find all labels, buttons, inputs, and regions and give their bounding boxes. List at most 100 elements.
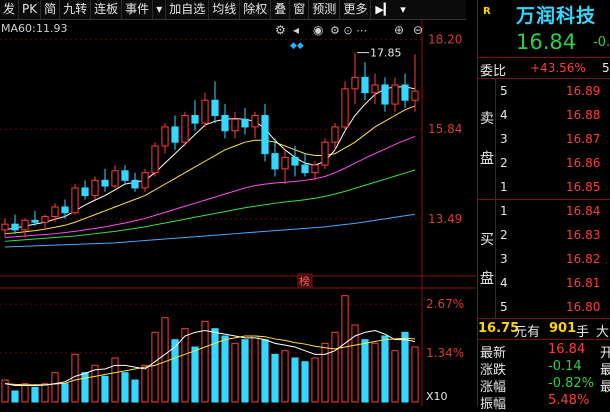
- candle-body: [361, 76, 369, 94]
- vol-axis-label: 1.34%: [426, 346, 464, 360]
- gear-icon[interactable]: ⚙: [275, 23, 286, 37]
- volume-bar: [331, 331, 339, 403]
- candle-body: [61, 206, 69, 214]
- candle-body: [71, 187, 79, 214]
- price-axis-label: 18.20: [428, 32, 462, 46]
- volume-bar: [341, 295, 349, 403]
- volume-bar: [221, 335, 229, 403]
- volume-bar: [141, 364, 149, 403]
- toolbar-btn-chuang[interactable]: 窗: [290, 0, 310, 19]
- candle-body: [331, 126, 339, 143]
- candle-body: [201, 99, 209, 124]
- volume-bar: [111, 357, 119, 403]
- candle-body: [231, 118, 239, 132]
- ask-level: 3: [500, 132, 508, 146]
- candle-body: [211, 99, 219, 116]
- volume-bar: [301, 361, 309, 403]
- candle-body: [121, 170, 129, 181]
- volume-bar: [211, 328, 219, 403]
- settings-icon[interactable]: ⚙ ⊙ ⋯: [330, 24, 367, 37]
- ma-line-ma20: [4, 136, 416, 238]
- candle-body: [291, 156, 299, 166]
- volume-bar: [121, 372, 129, 403]
- volume-bar: [131, 379, 139, 403]
- zoom-in-icon[interactable]: ⊕: [394, 23, 404, 37]
- candle-body: [391, 84, 399, 105]
- candle-body: [91, 179, 99, 197]
- toolbar-btn-jiazixuan[interactable]: 加自选: [166, 0, 210, 19]
- vol-unit: X10: [426, 390, 448, 403]
- bid-price[interactable]: 16.82: [566, 252, 600, 266]
- ask-price[interactable]: 16.85: [566, 180, 600, 194]
- trade-volume-unit: 手: [576, 325, 590, 340]
- candle-body: [21, 219, 29, 231]
- sidebar-toggle-icon[interactable]: ▶▎: [371, 0, 396, 19]
- volume-bar: [161, 317, 169, 403]
- current-price: 16.84: [516, 30, 577, 54]
- candle-body: [31, 219, 39, 223]
- arrow-icon[interactable]: ◂: [293, 23, 299, 37]
- trade-volume: 901: [549, 321, 577, 336]
- ask-price[interactable]: 16.86: [566, 156, 600, 170]
- toolbar-btn-gengduo[interactable]: 更多: [340, 0, 372, 19]
- eye-icon[interactable]: ◉: [313, 23, 323, 37]
- chart-toolbar: 发 PK 简九转 连板 事件 ▾ 加自选 均线 除权叠窗预测 更多 ▶▎ ▾: [0, 0, 466, 20]
- toolbar-btn-lianban[interactable]: 连板: [91, 0, 123, 19]
- peak-label: 17.85: [370, 47, 402, 60]
- ask-level: 4: [500, 108, 508, 122]
- bid-level: 1: [500, 204, 508, 218]
- volume-bar: [371, 342, 379, 403]
- diamond-icon: ◆◆: [290, 41, 304, 51]
- stat-extra: 最: [600, 380, 610, 395]
- volume-bar: [261, 339, 269, 403]
- volume-bar: [361, 339, 369, 403]
- candle-body: [111, 170, 119, 187]
- toolbar-btn-jian[interactable]: 简: [41, 0, 61, 19]
- volume-bar: [11, 390, 19, 403]
- candle-body: [381, 84, 389, 105]
- ask-price[interactable]: 16.87: [566, 132, 600, 146]
- candle-body: [1, 223, 9, 231]
- bid-price[interactable]: 16.84: [566, 204, 600, 218]
- toolbar-btn-yuce[interactable]: 预测: [309, 0, 341, 19]
- bid-price[interactable]: 16.81: [566, 276, 600, 290]
- weibi-label: 委比: [480, 64, 507, 79]
- toolbar-btn-shijian[interactable]: 事件: [122, 0, 154, 19]
- toolbar-btn-junxian[interactable]: 均线: [209, 0, 241, 19]
- bid-price[interactable]: 16.80: [566, 300, 600, 314]
- candle-body: [171, 126, 179, 143]
- toolbar-btn-die[interactable]: 叠: [271, 0, 291, 19]
- volume-bar: [241, 339, 249, 403]
- candle-body: [51, 206, 59, 218]
- price-axis-label: 15.84: [428, 122, 462, 136]
- volume-bar: [1, 379, 9, 403]
- volume-bar: [191, 346, 199, 403]
- volume-bar: [391, 350, 399, 403]
- kline-chart[interactable]: 18.20 15.84 13.49 MA60: 11.93 17.85 ⚙ ◂ ◉ ⊕ ⊖ ⚙ ⊙ ⋯…: [0, 20, 476, 406]
- volume-bar: [311, 357, 319, 403]
- rank-badge: 榜: [299, 274, 310, 288]
- candle-body: [341, 88, 349, 128]
- ma60-value: 11.93: [36, 22, 68, 35]
- sell-label: 卖: [480, 111, 494, 127]
- volume-bar: [41, 383, 49, 403]
- candle-body: [271, 153, 279, 170]
- weibi-value: +43.56%: [530, 61, 586, 75]
- ask-price[interactable]: 16.88: [566, 108, 600, 122]
- candle-body: [401, 84, 409, 101]
- candle-body: [251, 115, 259, 128]
- toolbar-btn-pk[interactable]: PK: [19, 0, 42, 19]
- candle-body: [151, 145, 159, 174]
- toolbar-btn-jiuzhuan[interactable]: 九转: [60, 0, 92, 19]
- candle-body: [81, 187, 89, 197]
- toolbar-btn-chuquan[interactable]: 除权: [240, 0, 272, 19]
- dropdown-arrow-icon[interactable]: ▾: [153, 0, 167, 19]
- toolbar-btn-fa[interactable]: 发: [0, 0, 20, 19]
- zoom-out-icon[interactable]: ⊖: [413, 23, 423, 37]
- toolbar-arrow-icon[interactable]: ▾: [396, 0, 410, 19]
- candle-body: [301, 164, 309, 174]
- candle-body: [411, 90, 419, 101]
- volume-bar: [291, 357, 299, 403]
- bid-price[interactable]: 16.83: [566, 228, 600, 242]
- ask-price[interactable]: 16.89: [566, 84, 600, 98]
